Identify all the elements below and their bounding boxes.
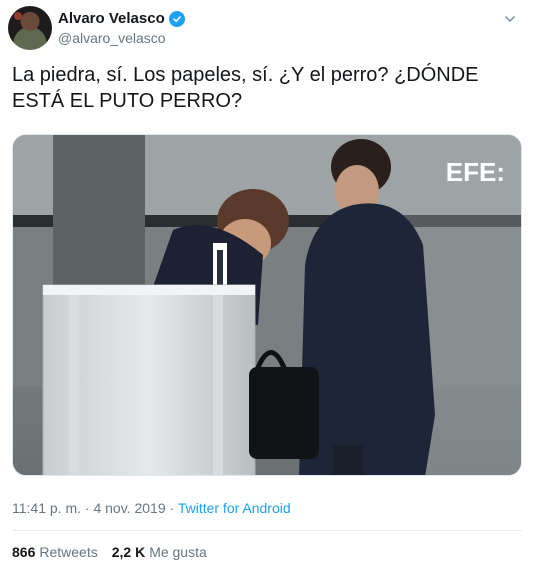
author-names: Alvaro Velasco @alvaro_velasco: [58, 10, 185, 46]
meta-separator: ·: [169, 500, 175, 516]
tweet-photo[interactable]: EFE:: [12, 134, 522, 476]
author-handle[interactable]: @alvaro_velasco: [58, 30, 185, 46]
tweet-date[interactable]: 4 nov. 2019: [93, 500, 165, 516]
display-name-row: Alvaro Velasco: [58, 10, 185, 27]
tweet-text-line: ESTÁ EL PUTO PERRO?: [12, 90, 243, 112]
likes-label: Me gusta: [149, 544, 207, 560]
tweet-meta: 11:41 p. m. · 4 nov. 2019 · Twitter for …: [12, 500, 291, 516]
display-name[interactable]: Alvaro Velasco: [58, 10, 165, 27]
retweets-count: 866: [12, 544, 36, 560]
tweet-time[interactable]: 11:41 p. m.: [12, 500, 81, 516]
divider: [12, 530, 522, 531]
retweets-stat[interactable]: 866 Retweets: [12, 544, 98, 560]
tweet-text: La piedra, sí. Los papeles, sí. ¿Y el pe…: [12, 62, 512, 114]
tweet-text-line: La piedra, sí. Los papeles, sí. ¿Y el pe…: [12, 64, 479, 86]
likes-count: 2,2 K: [111, 544, 146, 560]
tweet-source-link[interactable]: Twitter for Android: [178, 500, 291, 516]
likes-stat[interactable]: 2,2 K Me gusta: [112, 544, 207, 560]
chevron-down-icon[interactable]: [501, 10, 519, 28]
retweets-label: Retweets: [39, 544, 98, 560]
watermark-text: EFE:: [446, 157, 505, 187]
avatar[interactable]: [8, 6, 52, 50]
tweet-stats: 866 Retweets 2,2 K Me gusta: [12, 544, 207, 560]
meta-separator: ·: [84, 500, 90, 516]
photo-illustration: EFE:: [13, 135, 521, 475]
verified-badge-icon: [168, 10, 185, 27]
tweet-header: Alvaro Velasco @alvaro_velasco: [8, 6, 525, 54]
